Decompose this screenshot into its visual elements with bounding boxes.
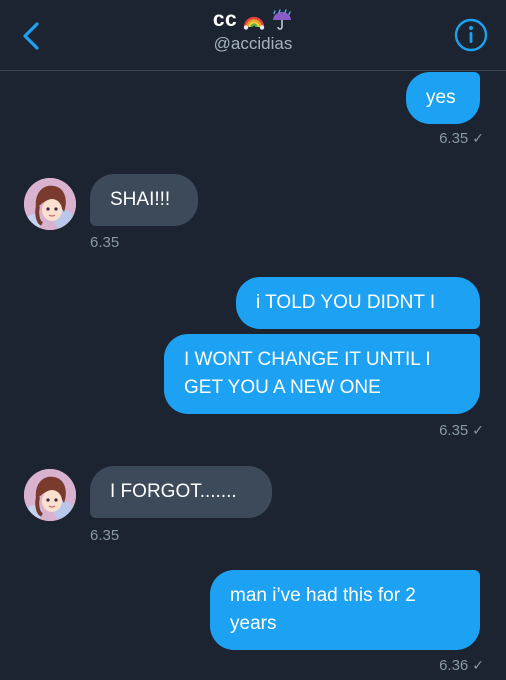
contact-avatar[interactable]: [24, 469, 76, 521]
message-text: i TOLD YOU DIDNT I: [256, 292, 436, 313]
message-text: yes: [426, 87, 456, 108]
outgoing-message-bubble[interactable]: i TOLD YOU DIDNT I: [236, 277, 480, 329]
sent-check-icon: ✓: [472, 130, 484, 146]
message-timestamp: 6.35: [90, 234, 120, 251]
outgoing-message-bubble[interactable]: I WONT CHANGE IT UNTIL I GET YOU A NEW O…: [164, 334, 480, 414]
contact-handle: @accidias: [213, 34, 293, 53]
rainbow-icon: [243, 16, 265, 30]
contact-avatar[interactable]: [24, 178, 76, 230]
conversation-title[interactable]: cc @accidias: [0, 8, 506, 54]
contact-name: cc: [212, 8, 238, 31]
incoming-message-bubble[interactable]: SHAI!!!: [90, 174, 198, 226]
message-text: I FORGOT.......: [110, 481, 237, 502]
message-timestamp: 6.35: [90, 527, 120, 544]
message-timestamp: 6.36 ✓: [439, 657, 484, 674]
message-text: SHAI!!!: [110, 189, 171, 210]
incoming-message-bubble[interactable]: I FORGOT.......: [90, 466, 272, 518]
outgoing-message-bubble[interactable]: yes: [406, 72, 480, 124]
avatar-image: [24, 178, 76, 230]
message-text: I WONT CHANGE IT UNTIL I GET YOU A NEW O…: [184, 349, 431, 398]
message-timestamp: 6.35 ✓: [439, 130, 484, 147]
message-timestamp: 6.35 ✓: [439, 422, 484, 439]
message-text: man i’ve had this for 2 years: [230, 585, 416, 634]
avatar-image: [24, 469, 76, 521]
outgoing-message-bubble[interactable]: man i’ve had this for 2 years: [210, 570, 480, 650]
sent-check-icon: ✓: [472, 422, 484, 438]
sent-check-icon: ✓: [472, 657, 484, 673]
info-icon[interactable]: [454, 18, 488, 52]
umbrella-rain-icon: [273, 9, 292, 30]
conversation-header: cc @accidias: [0, 0, 506, 71]
